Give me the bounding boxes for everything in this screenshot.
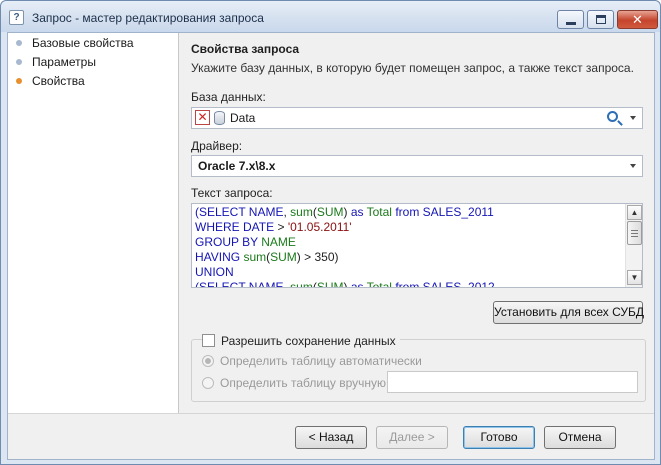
query-token: (SELECT [195, 205, 249, 219]
query-token: UNION [195, 265, 234, 279]
query-label: Текст запроса: [191, 186, 273, 200]
query-token: as [350, 280, 367, 288]
wizard-footer: < Назад Далее > Готово Отмена [8, 413, 654, 459]
radio-auto-table[interactable]: Определить таблицу автоматически [202, 353, 422, 368]
remove-database-icon[interactable]: ✕ [195, 110, 210, 125]
next-button[interactable]: Далее > [376, 426, 448, 449]
driver-label: Драйвер: [191, 139, 243, 153]
close-icon: ✕ [632, 12, 643, 27]
query-token: SUM [316, 280, 344, 288]
step-label: Свойства [32, 74, 85, 88]
step-bullet-icon [16, 39, 22, 46]
database-label: База данных: [191, 90, 266, 104]
query-token: (SELECT [195, 280, 249, 288]
app-icon: ? [9, 10, 24, 25]
set-for-all-dbms-button[interactable]: Установить для всех СУБД [493, 301, 644, 324]
query-token: SUM [270, 250, 297, 264]
database-combo[interactable]: ✕ Data [191, 107, 643, 129]
database-value: Data [230, 111, 256, 125]
query-code: (SELECT NAME, sum(SUM) as Total from SAL… [195, 205, 495, 288]
radio-icon[interactable] [202, 354, 214, 367]
chevron-down-icon[interactable] [630, 164, 636, 168]
checkbox-icon[interactable] [202, 334, 215, 348]
query-token: ) [343, 205, 351, 219]
finish-button[interactable]: Готово [463, 426, 535, 449]
step-label: Базовые свойства [32, 36, 134, 50]
query-token: ) > 350) [296, 250, 339, 264]
query-token: WHERE [195, 220, 243, 234]
query-line: HAVING sum(SUM) > 350) [195, 250, 495, 265]
step-parameters[interactable]: Параметры [16, 54, 96, 72]
query-token: NAME [261, 235, 296, 249]
radio-manual-table[interactable]: Определить таблицу вручную: [202, 375, 389, 390]
query-token: GROUP BY [195, 235, 262, 249]
query-line: UNION [195, 265, 495, 280]
query-token: Total [366, 280, 396, 288]
chevron-down-icon[interactable] [630, 116, 636, 120]
query-token: from [395, 205, 423, 219]
maximize-icon [596, 15, 606, 24]
query-token: SUM [316, 205, 344, 219]
database-icon [214, 111, 225, 125]
step-bullet-active-icon [16, 77, 22, 84]
query-line: (SELECT NAME, sum(SUM) as Total from SAL… [195, 280, 495, 288]
step-label: Параметры [32, 55, 96, 69]
allow-save-checkbox[interactable]: Разрешить сохранение данных [202, 333, 400, 348]
query-token: Total [366, 205, 396, 219]
back-button[interactable]: < Назад [295, 426, 367, 449]
wizard-window: ? Запрос - мастер редактирования запроса… [0, 0, 661, 465]
radio-label: Определить таблицу автоматически [220, 353, 422, 368]
query-token: '01.05.2011' [287, 220, 352, 234]
wizard-client-area: Базовые свойства Параметры Свойства Свой… [7, 32, 655, 460]
minimize-icon [566, 22, 576, 25]
query-token: SALES_2011 [422, 205, 494, 219]
title-bar[interactable]: ? Запрос - мастер редактирования запроса… [1, 1, 660, 32]
query-token: NAME [248, 205, 284, 219]
radio-label: Определить таблицу вручную: [220, 375, 390, 390]
wizard-steps-sidebar: Базовые свойства Параметры Свойства [8, 33, 179, 413]
query-token: from [395, 280, 423, 288]
close-button[interactable]: ✕ [617, 10, 658, 29]
driver-select[interactable]: Oracle 7.x\8.x [191, 155, 643, 177]
query-token: ) [343, 280, 351, 288]
query-token: as [350, 205, 367, 219]
cancel-button[interactable]: Отмена [544, 426, 616, 449]
page-title: Свойства запроса [191, 42, 300, 56]
query-line: (SELECT NAME, sum(SUM) as Total from SAL… [195, 205, 495, 220]
query-token: NAME [248, 280, 284, 288]
query-token: sum [243, 250, 267, 264]
scroll-down-icon[interactable]: ▼ [627, 270, 642, 285]
scroll-thumb[interactable] [627, 221, 642, 245]
query-token: HAVING [195, 250, 244, 264]
query-line: WHERE DATE > '01.05.2011' [195, 220, 495, 235]
query-token: DATE [243, 220, 275, 234]
query-token: sum [290, 205, 313, 219]
step-basic-properties[interactable]: Базовые свойства [16, 35, 134, 53]
driver-value: Oracle 7.x\8.x [198, 159, 276, 173]
query-line: GROUP BY NAME [195, 235, 495, 250]
scroll-up-icon[interactable]: ▲ [627, 205, 642, 220]
query-token: SALES_2012 [422, 280, 495, 288]
search-icon[interactable] [607, 111, 618, 122]
properties-panel: Свойства запроса Укажите базу данных, в … [180, 33, 655, 413]
query-token: > [274, 220, 288, 234]
radio-icon[interactable] [202, 376, 214, 389]
page-hint: Укажите базу данных, в которую будет пом… [191, 61, 634, 75]
checkbox-label: Разрешить сохранение данных [221, 333, 396, 348]
step-properties[interactable]: Свойства [16, 73, 85, 91]
query-text-editor[interactable]: (SELECT NAME, sum(SUM) as Total from SAL… [191, 203, 643, 288]
query-token: sum [290, 280, 313, 288]
query-scrollbar[interactable]: ▲ ▼ [625, 204, 642, 287]
minimize-button[interactable] [557, 10, 584, 29]
maximize-button[interactable] [587, 10, 614, 29]
window-title: Запрос - мастер редактирования запроса [32, 11, 264, 25]
step-bullet-icon [16, 58, 22, 65]
table-name-input[interactable] [387, 371, 638, 393]
